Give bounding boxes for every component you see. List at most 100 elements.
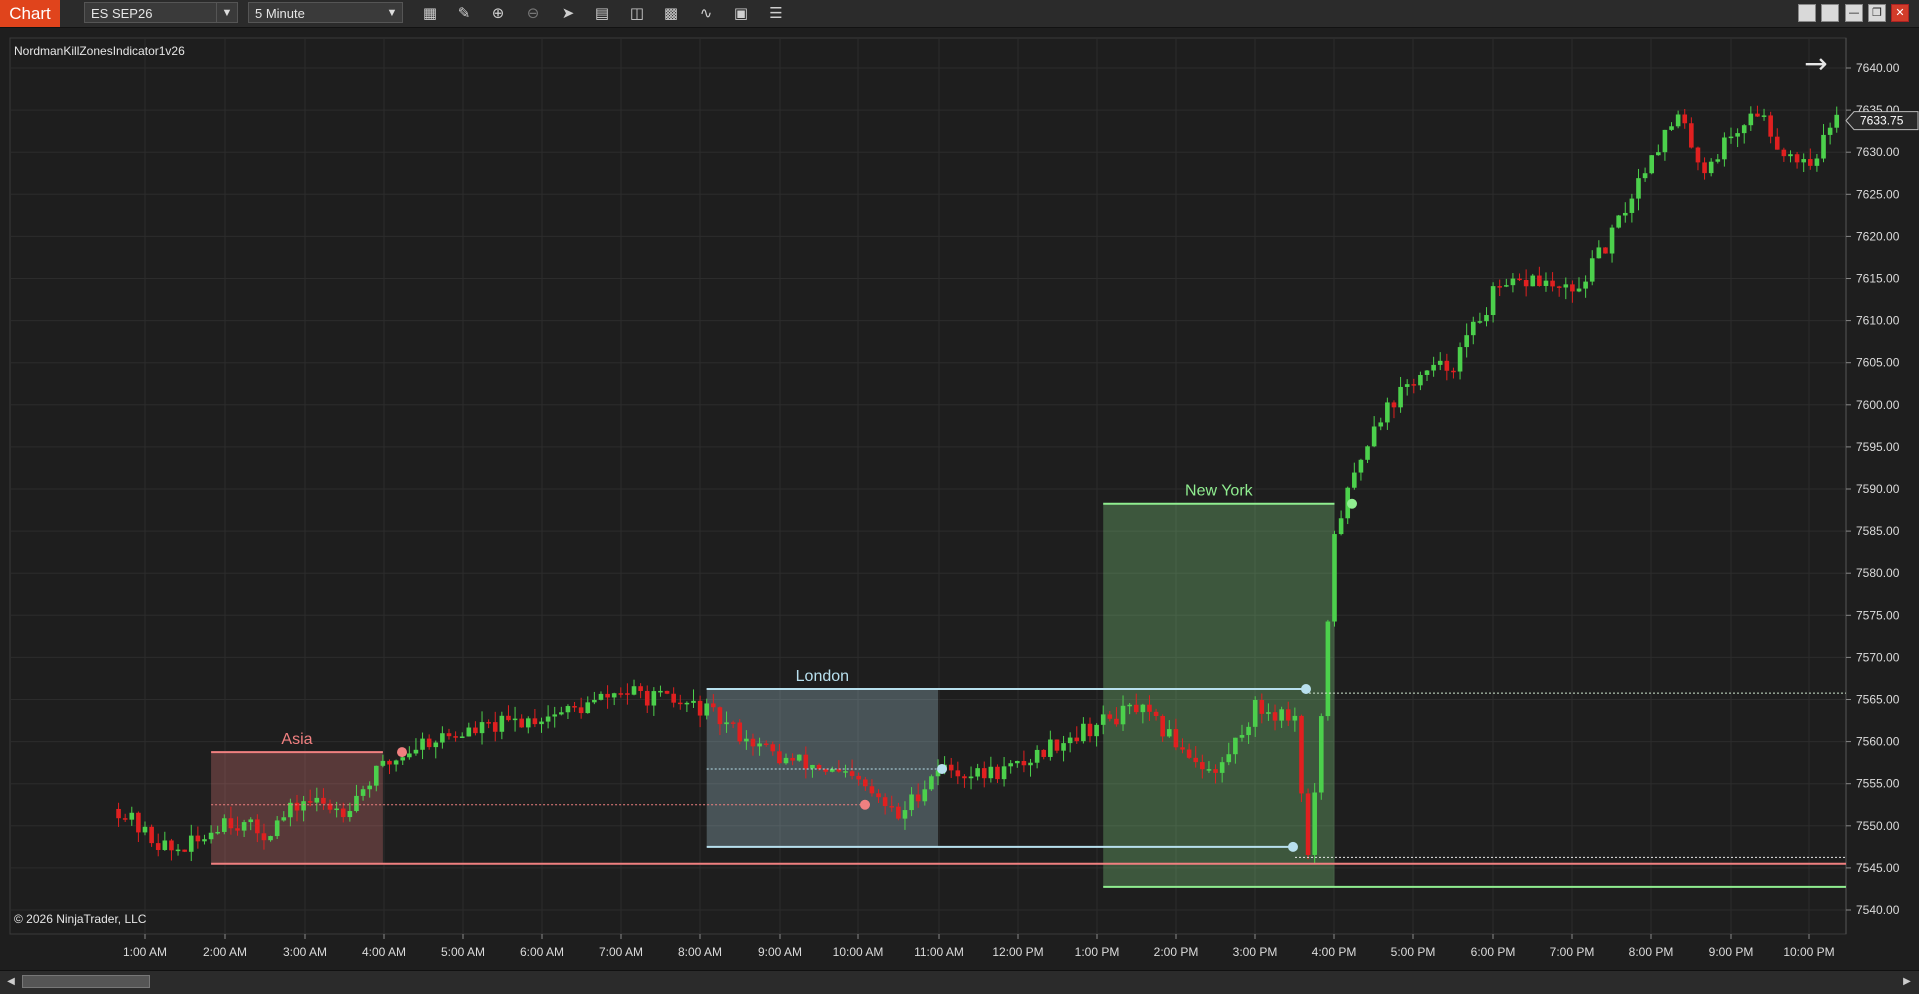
price-chart[interactable]: AsiaLondonNew York 7640.007635.007630.00… bbox=[0, 27, 1919, 970]
candle-body bbox=[1761, 115, 1767, 117]
candle-body bbox=[274, 820, 280, 837]
candle-body bbox=[367, 785, 372, 790]
candle-body bbox=[803, 754, 809, 769]
price-tick-label: 7610.00 bbox=[1856, 314, 1900, 328]
candle-body bbox=[559, 712, 564, 715]
candle-body bbox=[1074, 737, 1080, 742]
window-option-icon[interactable] bbox=[1798, 4, 1816, 22]
candle-body bbox=[1781, 149, 1787, 157]
candle-body bbox=[248, 819, 254, 823]
price-tick-label: 7540.00 bbox=[1856, 903, 1900, 917]
candle-body bbox=[1391, 402, 1397, 408]
candle-body bbox=[1774, 136, 1780, 150]
time-tick-label: 12:00 PM bbox=[992, 945, 1043, 959]
candle-body bbox=[1418, 374, 1423, 386]
candle-body bbox=[155, 843, 161, 850]
candle-body bbox=[1629, 198, 1635, 213]
time-tick-label: 10:00 AM bbox=[833, 945, 884, 959]
candle-body bbox=[235, 828, 240, 831]
candle-body bbox=[1015, 761, 1020, 764]
candle-body bbox=[413, 749, 419, 754]
chart-tab[interactable]: Chart bbox=[0, 0, 60, 27]
candle-body bbox=[611, 693, 617, 698]
session-levels bbox=[211, 687, 1846, 888]
candle-body bbox=[1510, 278, 1516, 286]
price-tick-label: 7570.00 bbox=[1856, 650, 1900, 664]
candle-body bbox=[1411, 384, 1417, 386]
candle-body bbox=[307, 801, 313, 803]
pencil-icon[interactable]: ✎ bbox=[452, 2, 476, 24]
pointer-icon[interactable]: ➤ bbox=[556, 2, 580, 24]
candle-body bbox=[136, 812, 141, 833]
candle-body bbox=[1808, 159, 1813, 166]
interval-selector[interactable]: 5 Minute ▼ bbox=[248, 2, 403, 23]
london-mid-marker bbox=[937, 763, 947, 774]
candle-body bbox=[1371, 426, 1377, 447]
candle-body bbox=[1821, 134, 1826, 159]
kill-zone-new-york bbox=[1103, 503, 1335, 887]
instrument-selector[interactable]: ES SEP26 ▼ bbox=[84, 2, 238, 23]
candle-body bbox=[420, 738, 425, 750]
candle-body bbox=[968, 776, 974, 779]
candle-body bbox=[208, 832, 214, 840]
scroll-left-icon[interactable]: ◀ bbox=[4, 975, 18, 989]
strategies-icon[interactable]: ▩ bbox=[659, 2, 683, 24]
chart-trader-icon[interactable]: ▣ bbox=[729, 2, 753, 24]
candle-body bbox=[1649, 155, 1654, 174]
chevron-down-icon[interactable]: ▼ bbox=[382, 3, 402, 22]
scroll-to-end-icon[interactable]: → bbox=[1800, 48, 1832, 80]
candle-body bbox=[1285, 709, 1291, 721]
candle-body bbox=[915, 794, 921, 802]
time-tick-label: 10:00 PM bbox=[1783, 945, 1834, 959]
candle-body bbox=[1715, 159, 1721, 162]
candle-body bbox=[1378, 422, 1384, 427]
chevron-down-icon[interactable]: ▼ bbox=[216, 3, 237, 22]
time-tick-label: 9:00 AM bbox=[758, 945, 802, 959]
candle-body bbox=[1695, 147, 1701, 163]
minimize-icon[interactable]: — bbox=[1845, 4, 1863, 22]
candle-body bbox=[955, 770, 961, 777]
data-box-icon[interactable]: ☰ bbox=[764, 2, 788, 24]
instrument-value: ES SEP26 bbox=[91, 6, 153, 21]
candle-body bbox=[790, 757, 795, 761]
drawing-tools-icon[interactable]: ∿ bbox=[694, 2, 718, 24]
candle-body bbox=[1755, 113, 1760, 117]
zone-label: New York bbox=[1185, 483, 1254, 500]
candle-body bbox=[1133, 704, 1139, 713]
candle-body bbox=[1048, 739, 1053, 757]
candle-body bbox=[948, 764, 954, 771]
candle-body bbox=[1166, 729, 1172, 737]
scroll-right-icon[interactable]: ▶ bbox=[1900, 975, 1914, 989]
candle-body bbox=[1728, 136, 1734, 139]
scroll-thumb[interactable] bbox=[22, 975, 150, 988]
candle-body bbox=[525, 718, 531, 728]
zoom-in-icon[interactable]: ⊕ bbox=[486, 2, 510, 24]
candle-body bbox=[1794, 154, 1800, 163]
last-price-label: 7633.75 bbox=[1860, 114, 1904, 128]
candle-body bbox=[552, 714, 558, 717]
close-icon[interactable]: ✕ bbox=[1891, 4, 1909, 22]
candle-body bbox=[730, 722, 736, 724]
kill-zone-london bbox=[706, 688, 938, 847]
restore-icon[interactable]: ❐ bbox=[1868, 4, 1886, 22]
candle-body bbox=[519, 718, 524, 728]
candle-body bbox=[373, 765, 379, 786]
candle-body bbox=[578, 707, 584, 714]
time-tick-label: 3:00 AM bbox=[283, 945, 327, 959]
horizontal-scrollbar[interactable]: ◀ ▶ bbox=[0, 970, 1919, 994]
candle-body bbox=[1504, 285, 1509, 287]
candle-body bbox=[1437, 360, 1443, 365]
bar-type-icon[interactable]: ▦ bbox=[418, 2, 442, 24]
templates-icon[interactable]: ◫ bbox=[625, 2, 649, 24]
candle-body bbox=[1484, 315, 1489, 322]
zoom-out-icon[interactable]: ⊖ bbox=[521, 2, 545, 24]
candle-body bbox=[810, 764, 815, 769]
candle-body bbox=[1735, 133, 1740, 137]
properties-icon[interactable]: ▤ bbox=[590, 2, 614, 24]
candle-body bbox=[1061, 743, 1066, 751]
candle-body bbox=[1299, 715, 1304, 794]
candle-body bbox=[763, 743, 769, 745]
window-option-icon[interactable] bbox=[1821, 4, 1839, 22]
candle-body bbox=[625, 693, 630, 695]
time-tick-label: 4:00 AM bbox=[362, 945, 406, 959]
